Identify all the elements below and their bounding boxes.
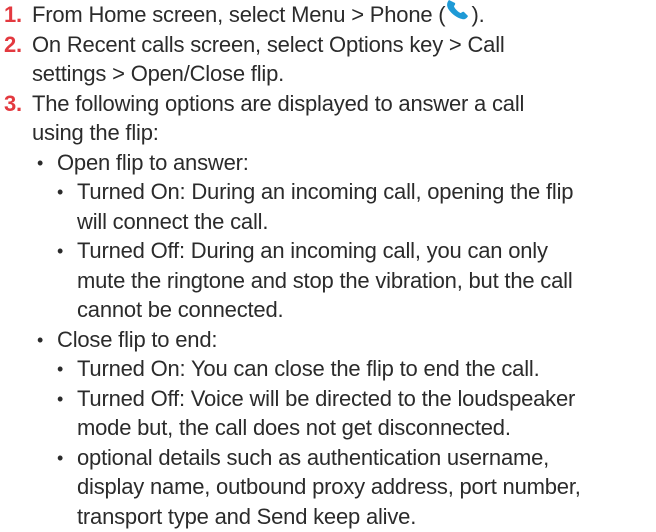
phone-icon	[445, 0, 471, 29]
step-2-line-2: settings > Open/Close flip.	[32, 61, 285, 86]
open-flip-on-line-1: Turned On: During an incoming call, open…	[77, 179, 574, 204]
bullet: •	[57, 182, 64, 202]
close-flip-on-line-1: Turned On: You can close the flip to end…	[77, 356, 540, 381]
step-2-line-1: On Recent calls screen, select Options k…	[32, 32, 505, 57]
step-number-2: 2.	[4, 32, 22, 57]
step-1-text: From Home screen, select Menu > Phone ( …	[32, 0, 485, 30]
close-flip-off-line-2: mode but, the call does not get disconne…	[77, 415, 511, 440]
step-number-3: 3.	[4, 91, 22, 116]
open-flip-off-line-1: Turned Off: During an incoming call, you…	[77, 238, 548, 263]
close-flip-off-line-1: Turned Off: Voice will be directed to th…	[77, 386, 576, 411]
step-number-1: 1.	[4, 2, 22, 27]
bullet: •	[37, 330, 44, 350]
step-3-line-2: using the flip:	[32, 120, 159, 145]
open-flip-off-line-2: mute the ringtone and stop the vibration…	[77, 268, 573, 293]
bullet: •	[57, 359, 64, 379]
optional-details-line-3: transport type and Send keep alive.	[77, 504, 417, 529]
bullet: •	[57, 448, 64, 468]
option-close-flip-label: Close flip to end:	[57, 327, 218, 352]
optional-details-line-2: display name, outbound proxy address, po…	[77, 474, 581, 499]
bullet: •	[57, 241, 64, 261]
bullet: •	[37, 153, 44, 173]
bullet: •	[57, 389, 64, 409]
optional-details-line-1: optional details such as authentication …	[77, 445, 550, 470]
step-1-text-before-icon: From Home screen, select Menu > Phone (	[32, 2, 446, 27]
open-flip-off-line-3: cannot be connected.	[77, 297, 284, 322]
open-flip-on-line-2: will connect the call.	[77, 209, 269, 234]
step-1-text-after-icon: ).	[471, 2, 485, 27]
step-3-line-1: The following options are displayed to a…	[32, 91, 525, 116]
option-open-flip-label: Open flip to answer:	[57, 150, 249, 175]
